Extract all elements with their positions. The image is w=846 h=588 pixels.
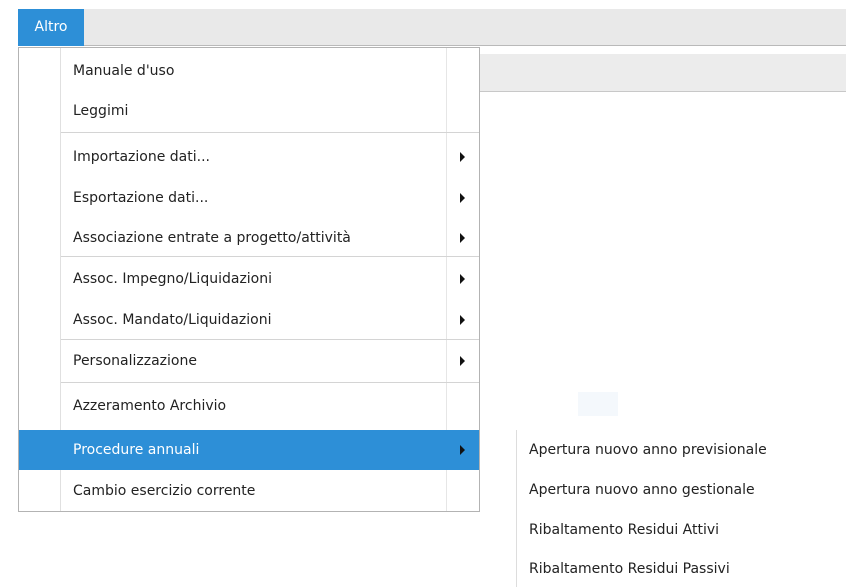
menu-item-label: Procedure annuali [73, 442, 200, 458]
menu-item-label: Assoc. Mandato/Liquidazioni [73, 312, 272, 328]
menu-item-cambio-esercizio[interactable]: Cambio esercizio corrente [19, 470, 479, 512]
menu-item-manuale-uso[interactable]: Manuale d'uso [19, 51, 479, 91]
menu-item-personalizzazione[interactable]: Personalizzazione [19, 341, 479, 381]
submenu-item-ribaltamento-passivi[interactable]: Ribaltamento Residui Passivi [517, 550, 846, 587]
background-decoration [578, 392, 618, 416]
menu-item-label: Azzeramento Archivio [73, 398, 227, 414]
altro-dropdown-menu: Manuale d'uso Leggimi Importazione dati.… [18, 47, 480, 512]
submenu-item-label: Apertura nuovo anno previsionale [529, 442, 767, 458]
menu-item-associazione-entrate[interactable]: Associazione entrate a progetto/attività [19, 218, 479, 258]
menu-item-label: Personalizzazione [73, 353, 197, 369]
menu-item-label: Associazione entrate a progetto/attività [73, 230, 351, 246]
submenu-arrow-icon [460, 315, 465, 325]
menu-separator [61, 256, 479, 257]
menu-item-label: Manuale d'uso [73, 63, 175, 79]
submenu-item-label: Ribaltamento Residui Attivi [529, 522, 720, 538]
menu-item-esportazione-dati[interactable]: Esportazione dati... [19, 178, 479, 218]
menu-separator [61, 382, 479, 383]
submenu-arrow-icon [460, 233, 465, 243]
menu-item-importazione-dati[interactable]: Importazione dati... [19, 136, 479, 178]
menubar: Altro [18, 9, 846, 46]
submenu-item-apertura-previsionale[interactable]: Apertura nuovo anno previsionale [517, 430, 846, 470]
submenu-item-label: Ribaltamento Residui Passivi [529, 561, 730, 577]
submenu-arrow-icon [460, 193, 465, 203]
submenu-arrow-icon [460, 445, 465, 455]
submenu-arrow-icon [460, 274, 465, 284]
menu-item-assoc-impegno[interactable]: Assoc. Impegno/Liquidazioni [19, 258, 479, 300]
menu-separator [61, 339, 479, 340]
submenu-item-apertura-gestionale[interactable]: Apertura nuovo anno gestionale [517, 470, 846, 510]
menu-item-label: Assoc. Impegno/Liquidazioni [73, 271, 273, 287]
menu-item-assoc-mandato[interactable]: Assoc. Mandato/Liquidazioni [19, 300, 479, 340]
procedure-annuali-submenu: Apertura nuovo anno previsionale Apertur… [516, 430, 846, 587]
menu-item-label: Importazione dati... [73, 149, 210, 165]
menu-item-label: Leggimi [73, 103, 129, 119]
submenu-item-ribaltamento-attivi[interactable]: Ribaltamento Residui Attivi [517, 510, 846, 550]
submenu-arrow-icon [460, 356, 465, 366]
menu-item-procedure-annuali[interactable]: Procedure annuali [19, 430, 479, 470]
submenu-arrow-icon [460, 152, 465, 162]
menu-altro[interactable]: Altro [18, 9, 84, 46]
menu-item-label: Cambio esercizio corrente [73, 483, 256, 499]
menu-item-label: Esportazione dati... [73, 190, 209, 206]
menu-separator [61, 132, 479, 133]
menu-item-leggimi[interactable]: Leggimi [19, 91, 479, 131]
menu-item-azzeramento-archivio[interactable]: Azzeramento Archivio [19, 384, 479, 428]
submenu-item-label: Apertura nuovo anno gestionale [529, 482, 755, 498]
